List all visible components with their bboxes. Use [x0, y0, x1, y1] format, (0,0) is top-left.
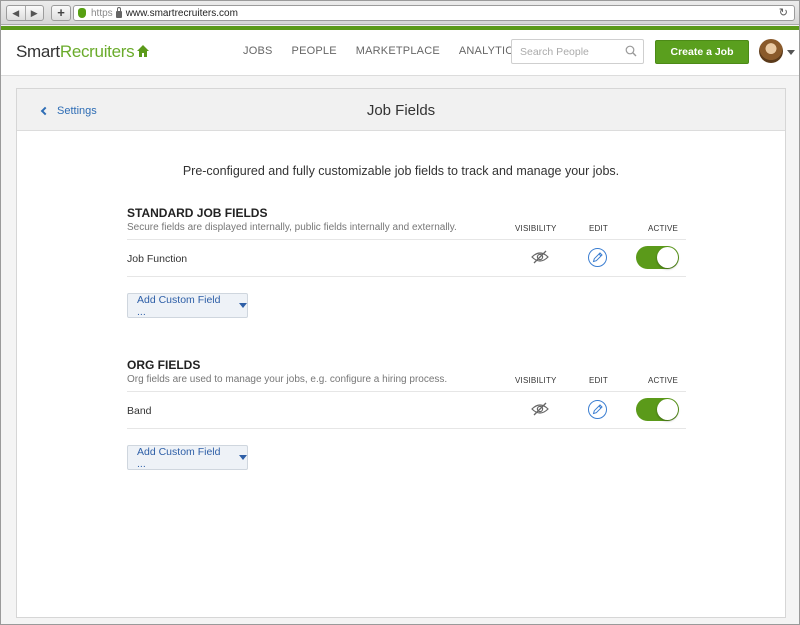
eye-hidden-icon[interactable] [530, 401, 550, 417]
section-title: ORG FIELDS [127, 358, 201, 372]
job-fields-panel: Job Fields Settings Pre-configured and f… [16, 88, 786, 618]
divider [127, 276, 686, 277]
back-arrow-icon[interactable]: ◀ [7, 6, 25, 20]
active-toggle[interactable] [636, 398, 679, 421]
search-placeholder: Search People [520, 46, 589, 58]
new-tab-button[interactable]: + [51, 5, 71, 21]
avatar[interactable] [759, 39, 783, 63]
column-edit: EDIT [589, 376, 609, 385]
nav-marketplace[interactable]: MARKETPLACE [356, 45, 440, 57]
divider [127, 239, 686, 240]
intro-text: Pre-configured and fully customizable jo… [182, 164, 620, 178]
divider [127, 391, 686, 392]
chevron-left-icon [40, 106, 50, 116]
column-edit: EDIT [589, 224, 609, 233]
search-icon[interactable] [625, 45, 637, 57]
forward-arrow-icon[interactable]: ▶ [24, 6, 44, 20]
url-scheme: https [91, 7, 113, 19]
column-active: ACTIVE [648, 224, 679, 233]
address-bar[interactable]: https www.smartrecruiters.com ↻ [73, 5, 795, 21]
create-job-button[interactable]: Create a Job [655, 40, 749, 64]
lock-icon [115, 6, 122, 18]
chevron-down-icon[interactable] [787, 50, 795, 55]
field-name-job-function: Job Function [127, 253, 188, 265]
divider [127, 428, 686, 429]
browser-toolbar: ◀ ▶ + https www.smartrecruiters.com ↻ [1, 1, 799, 25]
column-visibility: VISIBILITY [515, 376, 557, 385]
pencil-edit-icon[interactable] [588, 400, 607, 419]
url-text: www.smartrecruiters.com [125, 7, 238, 19]
site-identity-icon[interactable] [78, 8, 86, 18]
column-active: ACTIVE [648, 376, 679, 385]
column-visibility: VISIBILITY [515, 224, 557, 233]
nav-jobs[interactable]: JOBS [243, 45, 273, 57]
section-description: Org fields are used to manage your jobs,… [127, 374, 448, 385]
back-to-settings-link[interactable]: Settings [40, 105, 97, 117]
caret-down-icon [239, 455, 247, 460]
section-title: STANDARD JOB FIELDS [127, 206, 268, 220]
browser-window: ◀ ▶ + https www.smartrecruiters.com ↻ Sm… [0, 0, 800, 625]
section-description: Secure fields are displayed internally, … [127, 222, 457, 233]
page-title: Job Fields [366, 102, 436, 119]
toggle-knob [657, 399, 678, 420]
eye-hidden-icon[interactable] [530, 249, 550, 265]
main-nav: JOBS PEOPLE MARKETPLACE ANALYTICS [243, 45, 540, 57]
back-label: Settings [57, 105, 97, 117]
app-header: SmartRecruiters JOBS PEOPLE MARKETPLACE … [1, 26, 799, 76]
add-custom-field-button[interactable]: Add Custom Field ... [127, 293, 248, 318]
reload-icon[interactable]: ↻ [779, 6, 788, 19]
add-custom-field-label: Add Custom Field ... [137, 293, 221, 318]
field-name-band: Band [127, 405, 152, 417]
logo-recruiters: Recruiters [59, 42, 135, 61]
toggle-knob [657, 247, 678, 268]
add-custom-field-button[interactable]: Add Custom Field ... [127, 445, 248, 470]
active-toggle[interactable] [636, 246, 679, 269]
pencil-edit-icon[interactable] [588, 248, 607, 267]
logo-smart: Smart [16, 42, 60, 61]
home-icon[interactable] [136, 44, 150, 58]
caret-down-icon [239, 303, 247, 308]
smartrecruiters-logo[interactable]: SmartRecruiters [16, 42, 135, 62]
history-nav: ◀ ▶ [6, 5, 44, 21]
search-people-input[interactable]: Search People [511, 39, 644, 64]
nav-people[interactable]: PEOPLE [292, 45, 337, 57]
panel-header: Job Fields Settings [17, 89, 785, 131]
add-custom-field-label: Add Custom Field ... [137, 445, 221, 470]
